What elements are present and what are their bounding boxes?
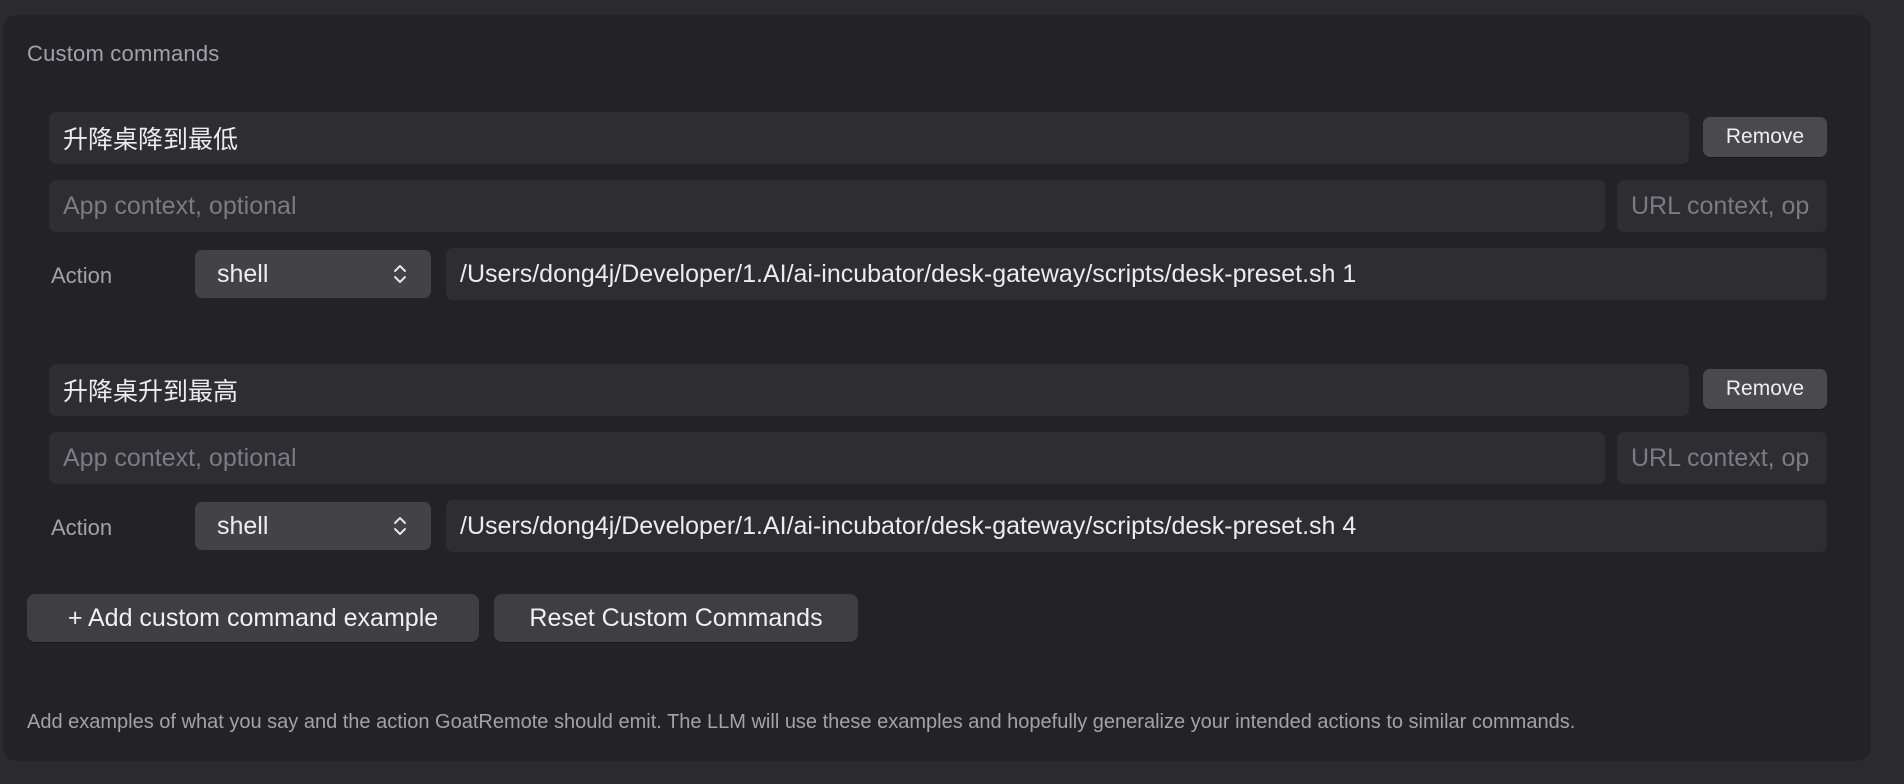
add-custom-command-button[interactable]: + Add custom command example xyxy=(27,594,479,642)
action-label: Action xyxy=(51,263,113,288)
action-label: Action xyxy=(51,515,113,540)
command-phrase-text: 升降桌升到最高 xyxy=(63,378,239,406)
command-phrase-field[interactable]: 升降桌降到最低 xyxy=(49,112,1689,164)
url-context-placeholder: URL context, op xyxy=(1631,443,1810,472)
app-context-input[interactable]: App context, optional xyxy=(49,432,1605,484)
remove-button[interactable]: Remove xyxy=(1703,117,1827,157)
app-context-input[interactable]: App context, optional xyxy=(49,180,1605,232)
command-phrase-field[interactable]: 升降桌升到最高 xyxy=(49,364,1689,416)
action-type-value: shell xyxy=(217,259,269,288)
action-command-text: /Users/dong4j/Developer/1.AI/ai-incubato… xyxy=(460,511,1357,540)
url-context-placeholder: URL context, op xyxy=(1631,191,1810,220)
reset-custom-commands-button[interactable]: Reset Custom Commands xyxy=(494,594,858,642)
action-type-value: shell xyxy=(217,511,269,540)
app-context-placeholder: App context, optional xyxy=(63,443,297,472)
app-context-placeholder: App context, optional xyxy=(63,191,297,220)
custom-commands-panel: Custom commands 升降桌降到最低 Remove App conte… xyxy=(3,15,1871,761)
action-command-text: /Users/dong4j/Developer/1.AI/ai-incubato… xyxy=(460,259,1357,288)
url-context-input[interactable]: URL context, op xyxy=(1617,432,1827,484)
action-type-select[interactable]: shell xyxy=(195,250,431,298)
chevron-up-down-icon xyxy=(394,265,406,283)
footer-help-text: Add examples of what you say and the act… xyxy=(27,711,1576,733)
chevron-up-down-icon xyxy=(394,517,406,535)
command-phrase-text: 升降桌降到最低 xyxy=(63,126,239,154)
action-type-select[interactable]: shell xyxy=(195,502,431,550)
action-command-input[interactable]: /Users/dong4j/Developer/1.AI/ai-incubato… xyxy=(446,500,1827,552)
remove-button[interactable]: Remove xyxy=(1703,369,1827,409)
section-title: Custom commands xyxy=(27,41,220,66)
action-command-input[interactable]: /Users/dong4j/Developer/1.AI/ai-incubato… xyxy=(446,248,1827,300)
url-context-input[interactable]: URL context, op xyxy=(1617,180,1827,232)
